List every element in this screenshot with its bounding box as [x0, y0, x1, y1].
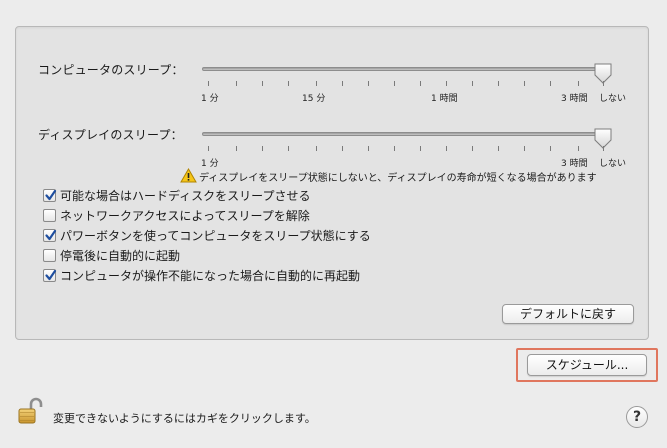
- slider-tick: [394, 81, 395, 86]
- slider-tick: [262, 146, 263, 151]
- checkbox[interactable]: [43, 229, 57, 242]
- lock-icon[interactable]: [16, 397, 46, 427]
- slider-tick: [262, 81, 263, 86]
- slider-tick: [368, 146, 369, 151]
- checkbox[interactable]: [43, 249, 56, 262]
- warning-icon: [180, 168, 197, 183]
- restore-defaults-button[interactable]: デフォルトに戻す: [502, 304, 634, 324]
- checkbox[interactable]: [43, 189, 57, 202]
- slider-tick: [316, 81, 317, 86]
- option-label: ネットワークアクセスによってスリープを解除: [60, 209, 310, 223]
- tick-label-1hour: 1 時間: [431, 94, 458, 104]
- display-sleep-label: ディスプレイのスリープ：: [38, 128, 183, 142]
- help-button[interactable]: ?: [626, 406, 648, 428]
- lock-message: 変更できないようにするにはカギをクリックします。: [53, 412, 316, 425]
- warning-text: ディスプレイをスリープ状態にしないと、ディスプレイの寿命が短くなる場合があります: [199, 173, 597, 184]
- slider-tick: [472, 146, 473, 151]
- checkbox[interactable]: [43, 269, 57, 282]
- computer-sleep-label: コンピュータのスリープ：: [38, 63, 184, 77]
- slider-tick: [472, 81, 473, 86]
- slider-tick: [288, 81, 289, 86]
- option-label: コンピュータが操作不能になった場合に自動的に再起動: [60, 269, 361, 283]
- slider-tick: [208, 81, 209, 86]
- display-sleep-slider-track[interactable]: [202, 132, 610, 136]
- option-label: 停電後に自動的に起動: [60, 249, 181, 263]
- slider-tick: [524, 146, 525, 151]
- slider-tick: [236, 146, 237, 151]
- slider-tick: [342, 81, 343, 86]
- slider-tick: [550, 146, 551, 151]
- tick-label-never: しない: [599, 159, 627, 169]
- option-label: 可能な場合はハードディスクをスリープさせる: [60, 189, 311, 203]
- slider-tick: [446, 146, 447, 151]
- checkbox[interactable]: [43, 209, 56, 222]
- option-label: パワーボタンを使ってコンピュータをスリープ状態にする: [60, 229, 371, 243]
- slider-tick: [498, 146, 499, 151]
- tick-label-3hours: 3 時間: [561, 94, 588, 104]
- slider-tick: [524, 81, 525, 86]
- tick-label-3hours: 3 時間: [561, 159, 588, 169]
- slider-tick: [603, 81, 604, 86]
- checkmark-icon: [45, 269, 57, 281]
- slider-tick: [420, 81, 421, 86]
- slider-tick: [420, 146, 421, 151]
- tick-label-15min: 15 分: [302, 94, 326, 104]
- slider-tick: [578, 81, 579, 86]
- slider-tick: [342, 146, 343, 151]
- checkmark-icon: [45, 229, 57, 241]
- checkmark-icon: [45, 189, 57, 201]
- schedule-button[interactable]: スケジュール...: [527, 354, 647, 376]
- slider-tick: [394, 146, 395, 151]
- slider-tick: [368, 81, 369, 86]
- tick-label-never: しない: [599, 94, 627, 104]
- tick-label-1min: 1 分: [201, 94, 219, 104]
- slider-tick: [550, 81, 551, 86]
- slider-tick: [288, 146, 289, 151]
- tick-label-1min: 1 分: [201, 159, 219, 169]
- slider-tick: [236, 81, 237, 86]
- slider-tick: [446, 81, 447, 86]
- slider-tick: [603, 146, 604, 151]
- slider-tick: [316, 146, 317, 151]
- computer-sleep-slider-track[interactable]: [202, 67, 610, 71]
- slider-tick: [498, 81, 499, 86]
- slider-tick: [578, 146, 579, 151]
- slider-tick: [208, 146, 209, 151]
